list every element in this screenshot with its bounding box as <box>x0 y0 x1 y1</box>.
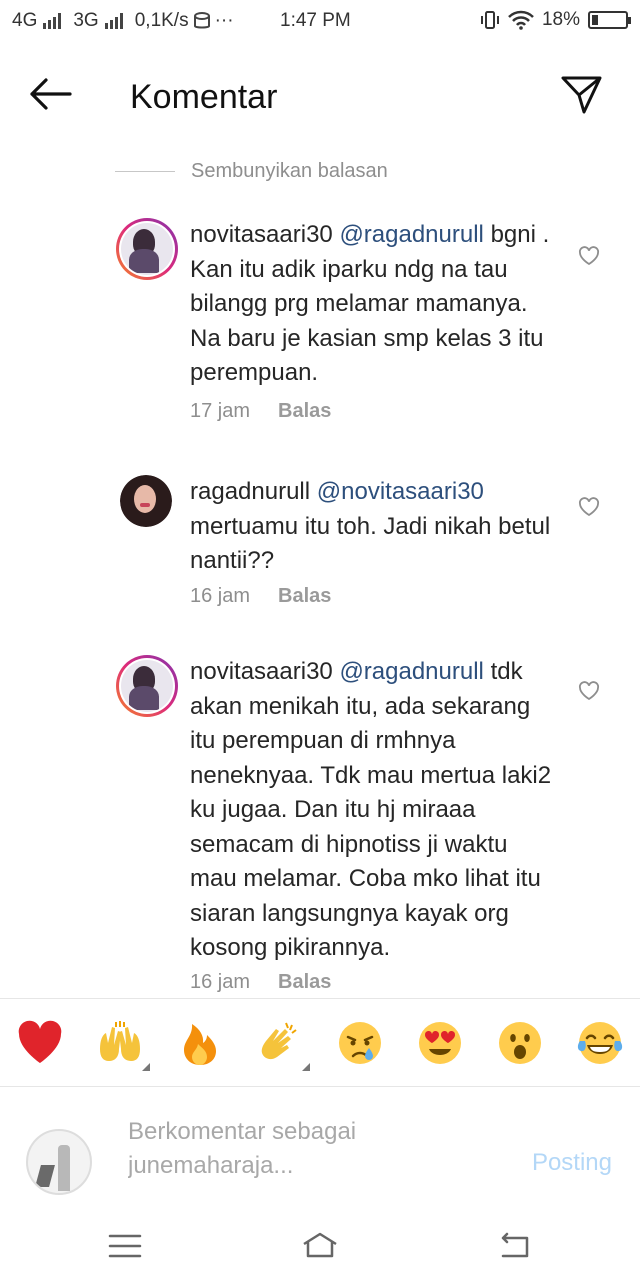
comment-composer: Posting <box>0 1086 640 1216</box>
comment-time: 16 jam <box>190 971 251 993</box>
avatar[interactable] <box>116 218 178 280</box>
signal-icon <box>43 13 62 29</box>
comment-username[interactable]: ragadnurull <box>190 478 310 505</box>
skin-tone-indicator <box>142 1063 150 1071</box>
back-button[interactable] <box>28 74 72 114</box>
comment-text: novitasaari30 @ragadnurull bgni . Kan it… <box>190 218 560 391</box>
avatar[interactable] <box>120 475 172 527</box>
hide-replies-label[interactable]: Sembunyikan balasan <box>191 160 388 183</box>
status-more-dots: ··· <box>214 10 234 31</box>
reply-button[interactable]: Balas <box>278 400 331 423</box>
back-arrow-icon <box>30 78 72 110</box>
header: Komentar <box>0 50 640 140</box>
like-heart-icon[interactable] <box>578 497 600 517</box>
comment-time: 16 jam <box>190 585 251 607</box>
network-type-2: 3G <box>73 10 99 31</box>
menu-icon[interactable] <box>105 1228 145 1264</box>
system-nav-bar <box>0 1216 640 1280</box>
comment-text: ragadnurull @novitasaari30 mertuamu itu … <box>190 475 560 579</box>
avatar[interactable] <box>116 655 178 717</box>
emoji-surprised-face-icon[interactable] <box>496 1019 544 1067</box>
reply-button[interactable]: Balas <box>278 585 331 608</box>
comment-meta: 17 jam Balas <box>190 400 331 423</box>
network-type-1: 4G <box>12 10 38 31</box>
comment-mention[interactable]: @ragadnurull <box>339 658 483 685</box>
skin-tone-indicator <box>302 1063 310 1071</box>
emoji-quick-bar <box>0 998 640 1086</box>
comment-time: 17 jam <box>190 400 251 422</box>
reply-button[interactable]: Balas <box>278 971 331 994</box>
comment-username[interactable]: novitasaari30 <box>190 221 333 248</box>
emoji-raising-hands-icon[interactable] <box>96 1019 150 1071</box>
status-left: 4G 3G 0,1K/s ··· <box>12 10 234 32</box>
hide-replies[interactable]: Sembunyikan balasan <box>115 160 388 183</box>
emoji-fire-icon[interactable] <box>176 1019 224 1067</box>
comment-text: novitasaari30 @ragadnurull tdk akan meni… <box>190 655 560 966</box>
data-saver-icon <box>193 12 210 29</box>
wifi-icon <box>508 10 534 30</box>
comment-mention[interactable]: @ragadnurull <box>339 221 483 248</box>
clock: 1:47 PM <box>280 10 351 31</box>
current-user-avatar <box>26 1129 92 1195</box>
like-heart-icon[interactable] <box>578 681 600 701</box>
comment-username[interactable]: novitasaari30 <box>190 658 333 685</box>
post-button[interactable]: Posting <box>532 1149 612 1177</box>
comment-input[interactable] <box>128 1115 508 1195</box>
vibrate-icon <box>480 11 499 29</box>
send-icon <box>561 76 602 114</box>
page-title: Komentar <box>130 78 278 116</box>
share-button[interactable] <box>560 72 604 116</box>
comment-meta: 16 jam Balas <box>190 585 331 608</box>
comment-mention[interactable]: @novitasaari30 <box>317 478 484 505</box>
network-speed: 0,1K/s <box>134 10 189 31</box>
battery-percent: 18% <box>541 9 580 30</box>
divider-line <box>115 171 175 172</box>
emoji-clapping-hands-icon[interactable] <box>256 1019 310 1071</box>
comment-meta: 16 jam Balas <box>190 971 331 994</box>
comment-body: mertuamu itu toh. Jadi nikah betul nanti… <box>190 512 551 575</box>
like-heart-icon[interactable] <box>578 246 600 266</box>
emoji-tears-of-joy-icon[interactable] <box>576 1019 624 1067</box>
status-right: 18% <box>480 9 631 31</box>
emoji-crying-face-icon[interactable] <box>336 1019 384 1067</box>
home-icon[interactable] <box>300 1228 340 1264</box>
status-bar: 4G 3G 0,1K/s ··· 1:47 PM 18% <box>0 0 640 44</box>
signal-icon <box>104 13 123 29</box>
emoji-heart-icon[interactable] <box>16 1019 64 1067</box>
emoji-heart-eyes-icon[interactable] <box>416 1019 464 1067</box>
battery-icon <box>588 11 631 29</box>
comment-body: tdk akan menikah itu, ada sekarang itu p… <box>190 658 552 961</box>
back-nav-icon[interactable] <box>495 1228 535 1264</box>
